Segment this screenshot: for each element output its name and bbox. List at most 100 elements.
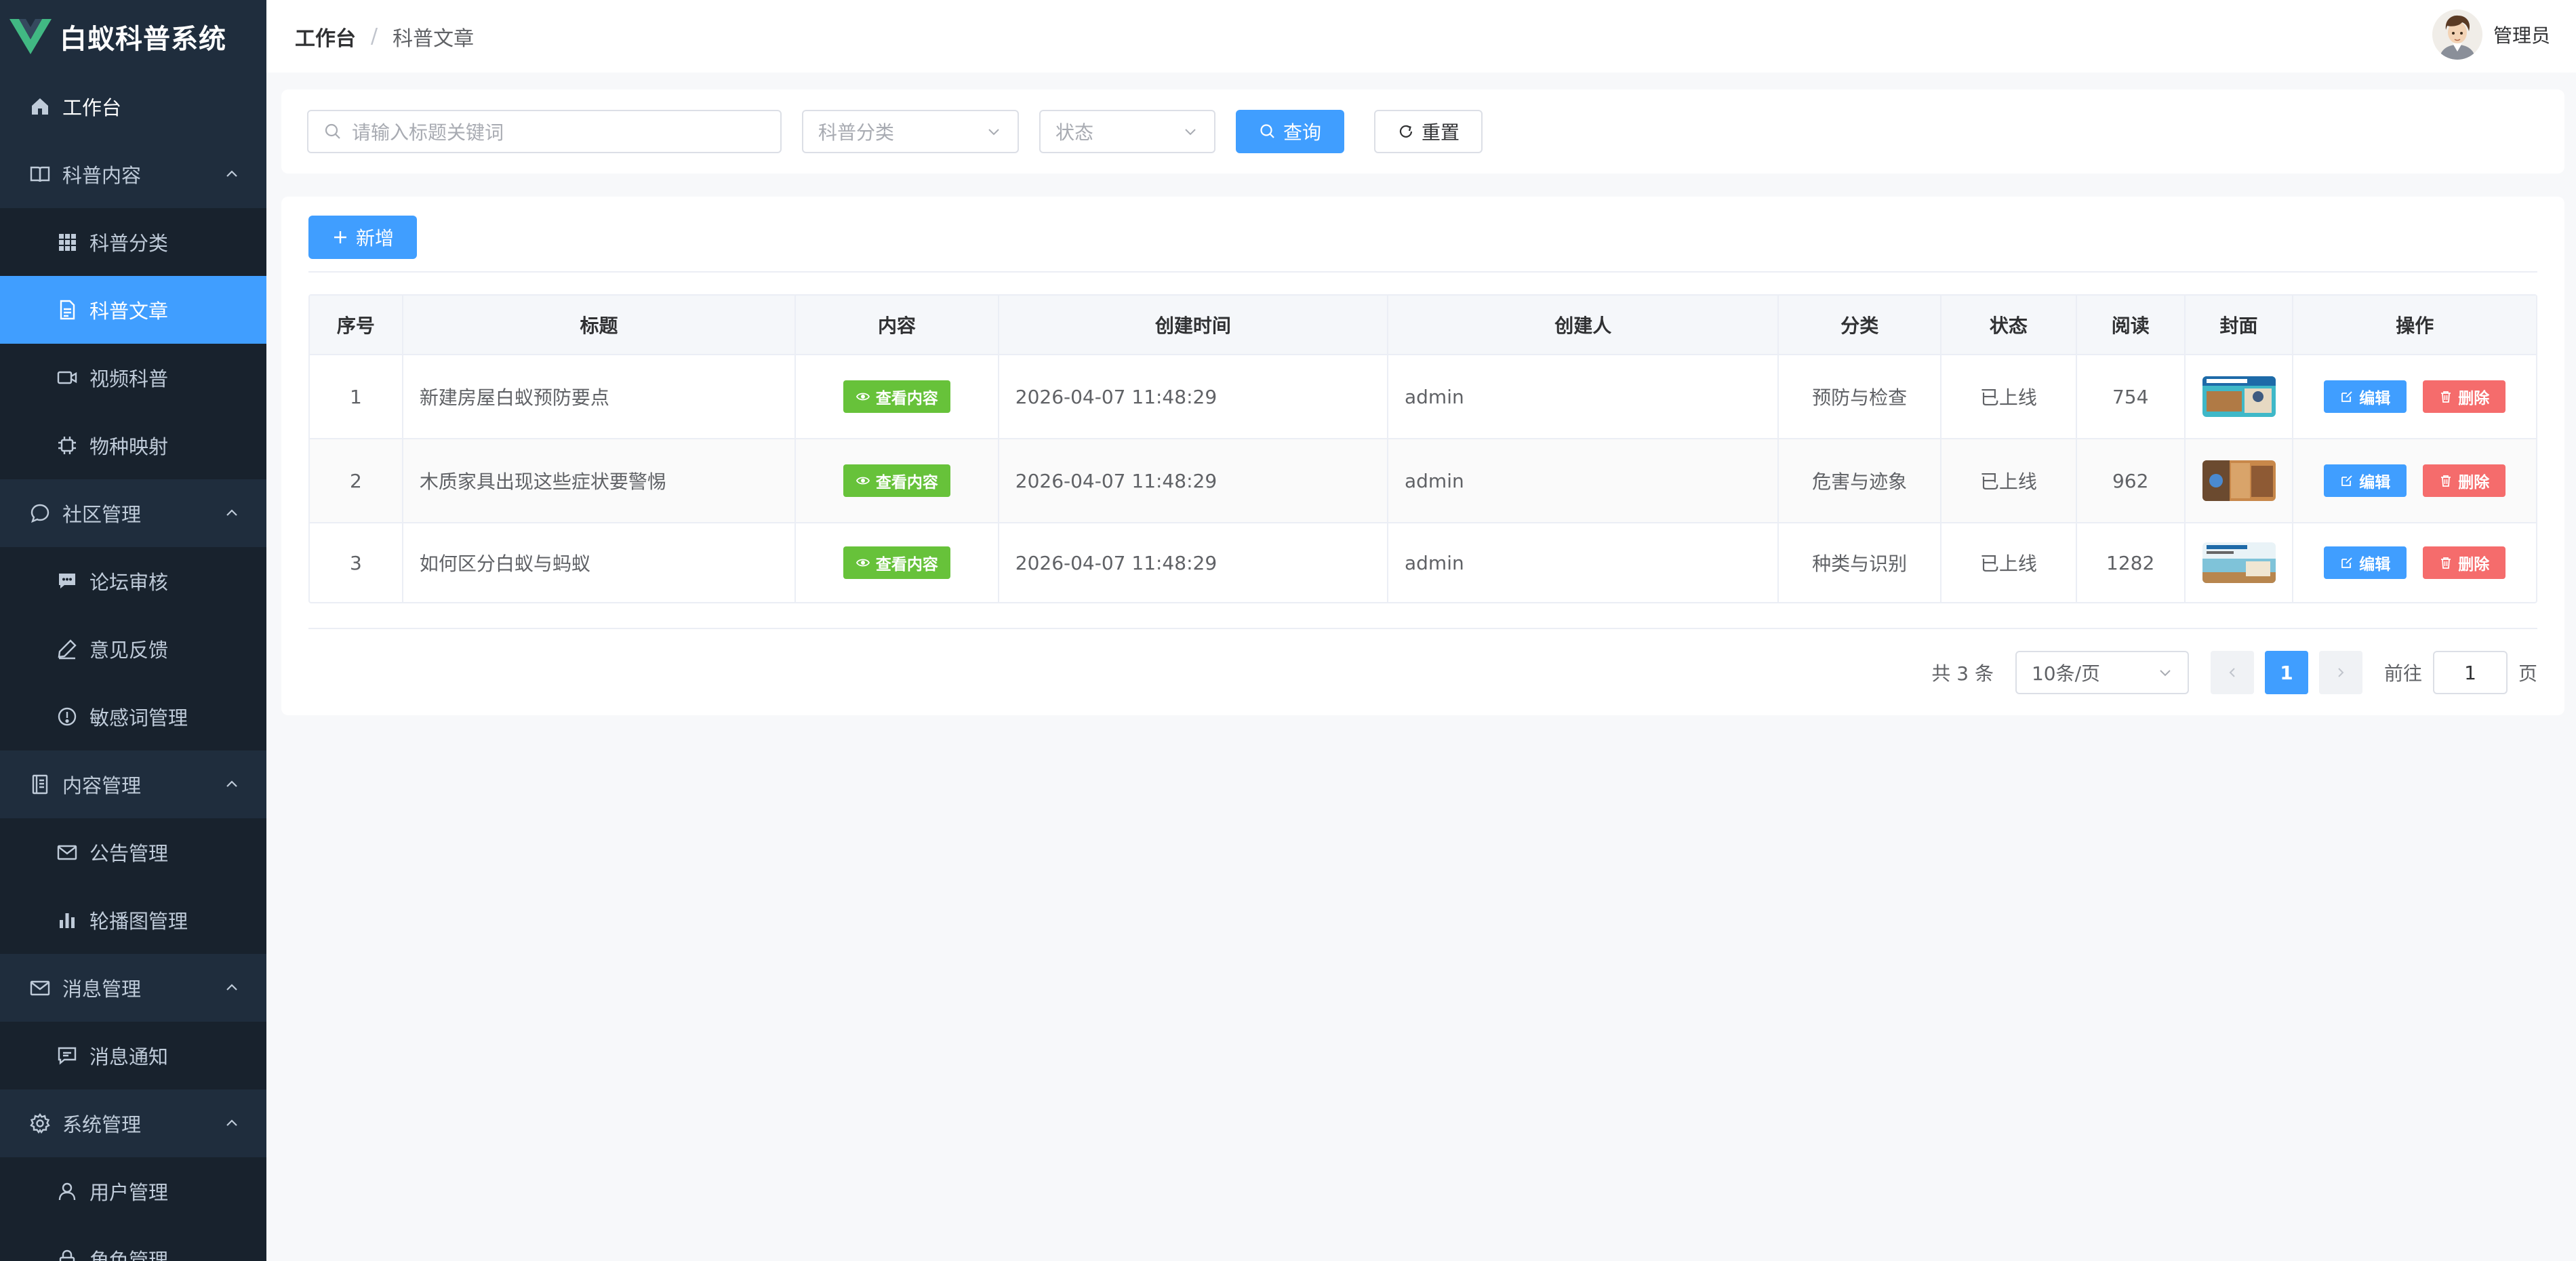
- sidebar-item-forum-review[interactable]: 论坛审核: [0, 547, 266, 615]
- sidebar-group-messages[interactable]: 消息管理: [0, 954, 266, 1022]
- status-select[interactable]: 状态: [1039, 110, 1215, 153]
- refresh-icon: [1399, 125, 1413, 138]
- next-page-button[interactable]: [2318, 651, 2362, 694]
- page-number[interactable]: 1: [2264, 651, 2308, 694]
- sidebar-group-content-management[interactable]: 内容管理: [0, 750, 266, 818]
- sidebar: 白蚁科普系统 工作台 科普内容 科普分类 科普文章 视频科普 物种映射 社区管理…: [0, 0, 266, 1261]
- sidebar-group-science-content[interactable]: 科普内容: [0, 140, 266, 208]
- search-icon: [325, 123, 340, 139]
- cell-status: 已上线: [1941, 439, 2077, 522]
- reset-button[interactable]: 重置: [1374, 110, 1483, 153]
- app-title: 白蚁科普系统: [60, 23, 226, 55]
- vue-logo-icon: [9, 18, 52, 54]
- chevron-up-icon: [226, 509, 237, 516]
- divider: [308, 271, 2537, 273]
- search-panel: 请输入标题关键词 科普分类 状态 查询 重置: [281, 89, 2564, 174]
- sidebar-item-announcements[interactable]: 公告管理: [0, 818, 266, 886]
- cell-title: 新建房屋白蚁预防要点: [403, 355, 797, 438]
- chevron-up-icon: [226, 170, 237, 177]
- sidebar-item-dashboard[interactable]: 工作台: [0, 73, 266, 140]
- sidebar-group-community[interactable]: 社区管理: [0, 479, 266, 547]
- edit-button[interactable]: 编辑: [2324, 464, 2407, 497]
- sidebar-item-label: 敏感词管理: [89, 706, 188, 729]
- sidebar-item-video[interactable]: 视频科普: [0, 344, 266, 412]
- reset-label: 重置: [1421, 121, 1460, 144]
- column-header: 内容: [796, 296, 999, 354]
- search-icon: [1260, 124, 1274, 138]
- sidebar-item-roles[interactable]: 角色管理: [0, 1225, 266, 1261]
- sidebar-item-label: 消息通知: [89, 1045, 169, 1068]
- delete-button[interactable]: 删除: [2423, 380, 2506, 413]
- page-size-select[interactable]: 10条/页: [2015, 651, 2189, 694]
- category-placeholder: 科普分类: [818, 121, 895, 144]
- home-icon: [28, 95, 52, 118]
- eye-icon: [856, 559, 870, 567]
- cell-content: 查看内容: [796, 523, 999, 602]
- column-header: 状态: [1941, 296, 2077, 354]
- sidebar-item-category[interactable]: 科普分类: [0, 208, 266, 276]
- title-search-input[interactable]: 请输入标题关键词: [307, 110, 782, 153]
- eye-icon: [856, 393, 870, 401]
- cell-actions: 编辑 删除: [2293, 523, 2536, 602]
- view-content-button[interactable]: 查看内容: [843, 464, 950, 497]
- prev-page-button[interactable]: [2210, 651, 2254, 694]
- user-name[interactable]: 管理员: [2493, 21, 2550, 48]
- column-header: 封面: [2186, 296, 2294, 354]
- cover-thumbnail[interactable]: [2202, 376, 2276, 417]
- column-header: 创建人: [1388, 296, 1779, 354]
- page-size-value: 10条/页: [2031, 662, 2101, 685]
- sidebar-item-label: 工作台: [62, 96, 122, 119]
- delete-button[interactable]: 删除: [2423, 464, 2506, 497]
- chevron-down-icon: [988, 129, 999, 136]
- cover-thumbnail[interactable]: [2202, 542, 2276, 583]
- sidebar-item-notifications[interactable]: 消息通知: [0, 1022, 266, 1089]
- sidebar-item-label: 科普内容: [62, 164, 142, 187]
- column-header: 操作: [2396, 315, 2434, 337]
- sidebar-item-users[interactable]: 用户管理: [0, 1157, 266, 1225]
- sidebar-group-system[interactable]: 系统管理: [0, 1089, 266, 1157]
- edit-button[interactable]: 编辑: [2324, 546, 2407, 579]
- sidebar-item-feedback[interactable]: 意见反馈: [0, 615, 266, 683]
- document-icon: [56, 298, 79, 321]
- sidebar-item-label: 用户管理: [89, 1181, 169, 1204]
- sidebar-item-sensitive-words[interactable]: 敏感词管理: [0, 683, 266, 750]
- cell-index: 3: [310, 523, 403, 602]
- edit-button[interactable]: 编辑: [2324, 380, 2407, 413]
- avatar[interactable]: [2432, 9, 2482, 60]
- edit-icon: [2341, 475, 2352, 486]
- notebook-icon: [28, 773, 52, 796]
- delete-button[interactable]: 删除: [2423, 546, 2506, 579]
- cell-status: 已上线: [1941, 523, 2077, 602]
- view-content-label: 查看内容: [875, 474, 938, 492]
- user-menu[interactable]: 管理员: [2432, 9, 2550, 60]
- chat-square-icon: [56, 1044, 79, 1067]
- bar-chart-icon: [56, 908, 79, 932]
- view-content-button[interactable]: 查看内容: [843, 546, 950, 579]
- delete-label: 删除: [2458, 556, 2490, 574]
- cell-reads: 962: [2077, 439, 2186, 522]
- article-table-panel: 新增 序号 标题 内容 创建时间 创建人 分类 状态 阅读 封面 操作 1 新建…: [281, 197, 2564, 715]
- goto-page-input[interactable]: 1: [2432, 651, 2508, 694]
- sidebar-item-carousel[interactable]: 轮播图管理: [0, 886, 266, 954]
- warning-icon: [56, 705, 79, 728]
- mail-icon: [56, 841, 79, 864]
- cell-created-at: 2026-04-07 11:48:29: [999, 355, 1388, 438]
- category-select[interactable]: 科普分类: [802, 110, 1019, 153]
- page-suffix: 页: [2518, 662, 2537, 685]
- sidebar-item-article[interactable]: 科普文章: [0, 276, 266, 344]
- add-button[interactable]: 新增: [308, 216, 417, 259]
- cell-actions: 编辑 删除: [2293, 439, 2536, 522]
- view-content-button[interactable]: 查看内容: [843, 380, 950, 413]
- logo: 白蚁科普系统: [0, 0, 266, 73]
- cell-index: 1: [310, 355, 403, 438]
- pagination: 共 3 条 10条/页 1 前往 1 页: [1931, 651, 2537, 694]
- edit-icon: [2341, 557, 2352, 568]
- book-icon: [28, 163, 52, 186]
- message-icon: [56, 569, 79, 593]
- trash-icon: [2441, 475, 2451, 487]
- sidebar-item-species[interactable]: 物种映射: [0, 412, 266, 479]
- breadcrumb-home[interactable]: 工作台: [295, 22, 356, 52]
- column-header: 分类: [1779, 296, 1942, 354]
- query-button[interactable]: 查询: [1236, 110, 1344, 153]
- cover-thumbnail[interactable]: [2202, 460, 2276, 501]
